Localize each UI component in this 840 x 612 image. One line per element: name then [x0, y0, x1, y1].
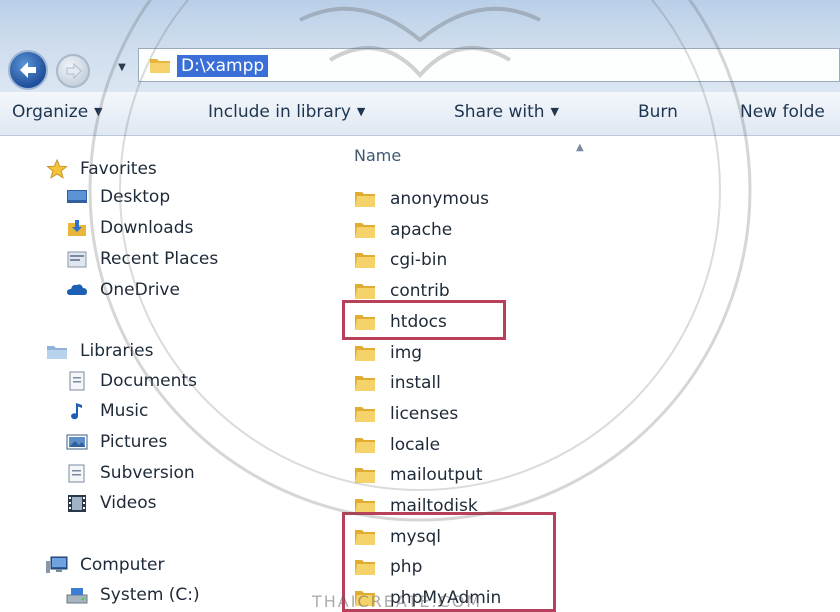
nav-item-label: Pictures	[100, 432, 168, 452]
folder-name: locale	[390, 434, 441, 455]
nav-item-label: Recent Places	[100, 249, 219, 269]
address-bar[interactable]: D:\xampp	[138, 48, 840, 82]
libraries-icon	[47, 346, 67, 359]
folder-name: anonymous	[390, 189, 490, 209]
computer-label: Computer	[80, 555, 165, 575]
include-in-library-button[interactable]: Include in library ▼	[208, 102, 365, 122]
folder-icon	[355, 253, 375, 269]
nav-item-label: System (C:)	[100, 585, 200, 605]
share-with-button[interactable]: Share with ▼	[454, 102, 559, 122]
folder-name: cgi-bin	[390, 250, 448, 271]
share-with-label: Share with	[454, 102, 545, 122]
organize-label: Organize	[12, 102, 89, 122]
star-icon	[46, 159, 68, 179]
forward-button[interactable]	[56, 54, 90, 88]
organize-button[interactable]: Organize ▼	[12, 102, 103, 122]
arrow-right-icon	[66, 62, 82, 80]
title-bar: ▼ D:\xampp	[0, 0, 840, 92]
chevron-down-icon: ▼	[94, 105, 103, 118]
command-bar: Organize ▼ Include in library ▼ Share with…	[0, 92, 840, 136]
pictures-icon	[66, 434, 88, 450]
folder-name: install	[390, 373, 441, 394]
recent-pages-dropdown[interactable]: ▼	[116, 62, 128, 74]
folder-icon	[150, 59, 170, 73]
name-column-label: Name	[354, 146, 402, 165]
nav-item-label: Downloads	[100, 218, 194, 238]
chevron-down-icon: ▼	[356, 105, 366, 118]
folder-icon	[355, 192, 375, 207]
arrow-left-icon	[20, 62, 36, 78]
desktop-icon	[67, 190, 87, 203]
include-in-library-label: Include in library	[208, 102, 351, 122]
folder-icon	[355, 468, 375, 484]
address-path[interactable]: D:\xampp	[177, 55, 269, 77]
folder-icon	[355, 406, 375, 422]
folder-icon	[355, 376, 375, 392]
navigation-pane: Favorites Desktop Downloads Recent Place…	[0, 136, 340, 612]
downloads-icon	[68, 220, 86, 236]
onedrive-icon	[67, 284, 87, 295]
folder-name: licenses	[390, 403, 459, 424]
new-folder-label: New folde	[740, 102, 825, 122]
highlight-box-htdocs	[342, 300, 506, 340]
sort-ascending-icon: ▲	[576, 142, 584, 153]
chevron-down-icon: ▼	[550, 105, 559, 118]
libraries-label: Libraries	[80, 341, 154, 361]
folder-icon	[355, 437, 375, 453]
new-folder-button[interactable]: New folde	[740, 102, 825, 122]
subversion-icon	[68, 464, 85, 483]
highlight-box-mysql-php	[342, 512, 556, 612]
folder-name: img	[390, 342, 423, 363]
videos-icon	[68, 495, 86, 512]
nav-item-label: OneDrive	[100, 280, 180, 300]
folder-name: mailoutput	[390, 465, 483, 486]
burn-label: Burn	[638, 102, 678, 122]
nav-item-label: Subversion	[100, 463, 195, 483]
documents-icon	[69, 371, 85, 391]
nav-item-label: Documents	[100, 371, 197, 391]
folder-name: apache	[390, 219, 453, 240]
computer-icon	[46, 556, 68, 573]
nav-item-label: Music	[100, 401, 149, 421]
nav-item-label: Videos	[100, 493, 157, 513]
folder-icon	[355, 345, 375, 361]
recent-places-icon	[67, 251, 87, 268]
folder-icon	[355, 222, 375, 238]
burn-button[interactable]: Burn	[638, 102, 678, 122]
name-column-header[interactable]: Name	[354, 146, 401, 165]
nav-item-label: Desktop	[100, 187, 171, 207]
back-button[interactable]	[8, 50, 48, 90]
music-icon	[71, 403, 82, 420]
favorites-label: Favorites	[80, 159, 157, 179]
folder-icon	[355, 284, 375, 300]
drive-icon	[66, 588, 88, 604]
